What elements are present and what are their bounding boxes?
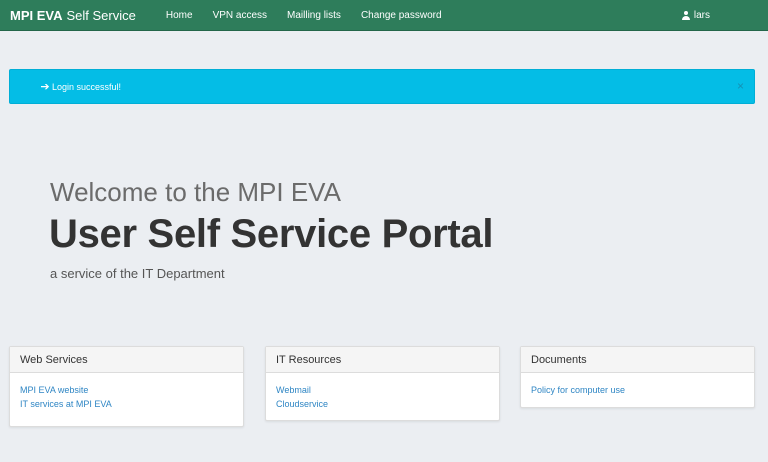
- panel-documents: Documents Policy for computer use: [520, 346, 755, 408]
- panel-body: Webmail Cloudservice: [266, 373, 499, 421]
- panel-body: Policy for computer use: [521, 373, 754, 407]
- page-subtitle: a service of the IT Department: [50, 266, 225, 281]
- link-webmail[interactable]: Webmail: [276, 383, 489, 397]
- brand-link[interactable]: MPI EVA Self Service: [10, 8, 136, 23]
- user-icon: [681, 11, 690, 20]
- link-mpi-eva-website[interactable]: MPI EVA website: [20, 383, 233, 397]
- user-menu[interactable]: lars: [681, 0, 710, 31]
- panel-web-services: Web Services MPI EVA website IT services…: [9, 346, 244, 427]
- page-title: User Self Service Portal: [49, 212, 494, 256]
- panel-it-resources: IT Resources Webmail Cloudservice: [265, 346, 500, 421]
- nav-change-password[interactable]: Change password: [351, 0, 452, 31]
- navbar: MPI EVA Self Service Home VPN access Mai…: [0, 0, 768, 31]
- panel-heading: IT Resources: [266, 347, 499, 373]
- panel-body: MPI EVA website IT services at MPI EVA: [10, 373, 243, 421]
- panel-heading: Web Services: [10, 347, 243, 373]
- close-icon[interactable]: ×: [737, 79, 744, 93]
- nav-links: Home VPN access Mailling lists Change pa…: [156, 0, 452, 31]
- link-policy-computer-use[interactable]: Policy for computer use: [531, 383, 744, 397]
- nav-home[interactable]: Home: [156, 0, 203, 31]
- panel-heading: Documents: [521, 347, 754, 373]
- link-it-services[interactable]: IT services at MPI EVA: [20, 397, 233, 411]
- nav-vpn-access[interactable]: VPN access: [203, 0, 277, 31]
- welcome-heading: Welcome to the MPI EVA: [50, 177, 341, 207]
- link-cloudservice[interactable]: Cloudservice: [276, 397, 489, 411]
- user-name: lars: [693, 10, 710, 21]
- alert-message: Login successful!: [52, 81, 122, 92]
- nav-mailing-lists[interactable]: Mailling lists: [277, 0, 351, 31]
- success-alert: ➔ Login successful! ×: [9, 69, 755, 104]
- brand-bold: MPI EVA: [10, 7, 63, 23]
- arrow-right-icon: ➔: [40, 81, 50, 93]
- brand-rest: Self Service: [66, 7, 136, 23]
